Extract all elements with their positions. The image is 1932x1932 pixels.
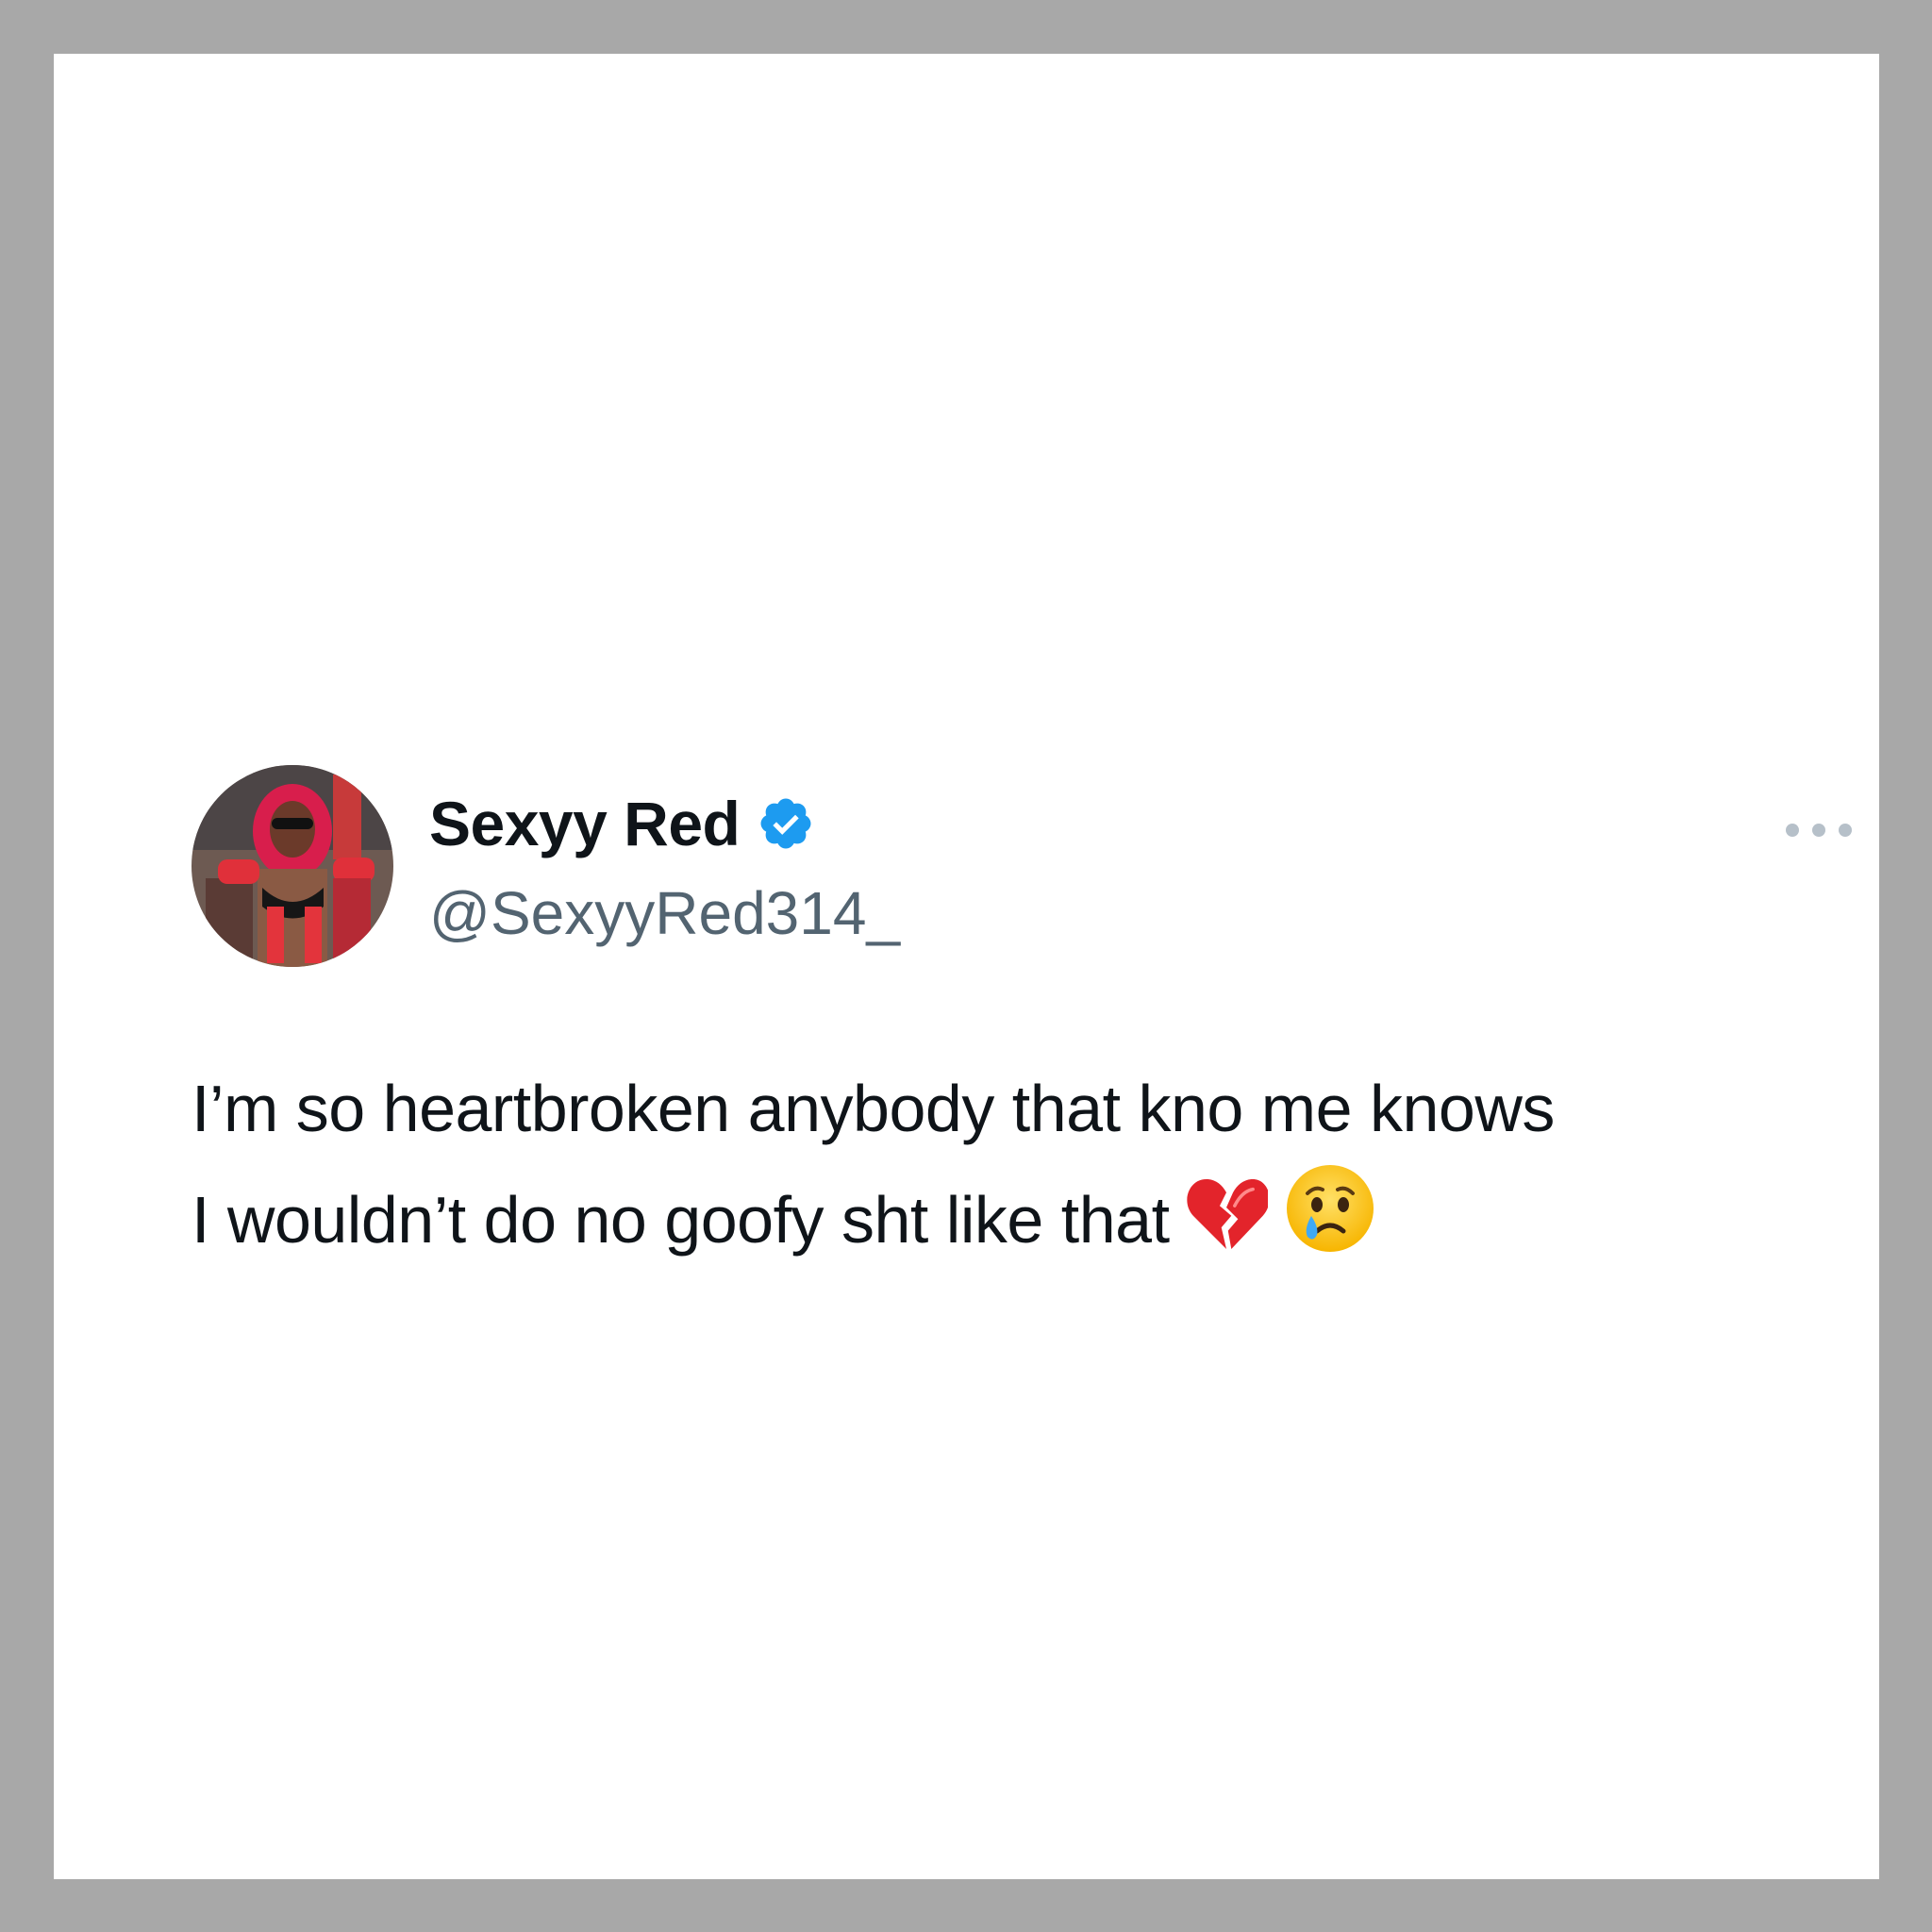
screenshot-frame: Sexyy Red @SexyyRed314_ I’m so heartbrok… <box>54 54 1879 1879</box>
more-options-icon[interactable] <box>1786 816 1852 844</box>
crying-face-icon <box>1283 1161 1377 1286</box>
tweet-text-line: I’m so heartbroken anybody that kno me k… <box>192 1072 1555 1145</box>
verified-badge-icon <box>757 794 815 853</box>
tweet-card: Sexyy Red @SexyyRed314_ I’m so heartbrok… <box>192 765 1852 1286</box>
tweet-text-line-2: I wouldn’t do no goofy sht like that <box>192 1161 1871 1286</box>
author-name-row: Sexyy Red <box>429 786 815 861</box>
user-handle[interactable]: @SexyyRed314_ <box>429 878 900 948</box>
broken-heart-icon <box>1185 1173 1270 1286</box>
avatar[interactable] <box>192 765 393 967</box>
tweet-text-line: I wouldn’t do no goofy sht like that <box>192 1183 1170 1257</box>
tweet-header: Sexyy Red @SexyyRed314_ <box>192 765 1852 969</box>
avatar-photo <box>192 765 393 967</box>
tweet-text: I’m so heartbroken anybody that kno me k… <box>192 1056 1871 1286</box>
display-name[interactable]: Sexyy Red <box>429 788 741 859</box>
